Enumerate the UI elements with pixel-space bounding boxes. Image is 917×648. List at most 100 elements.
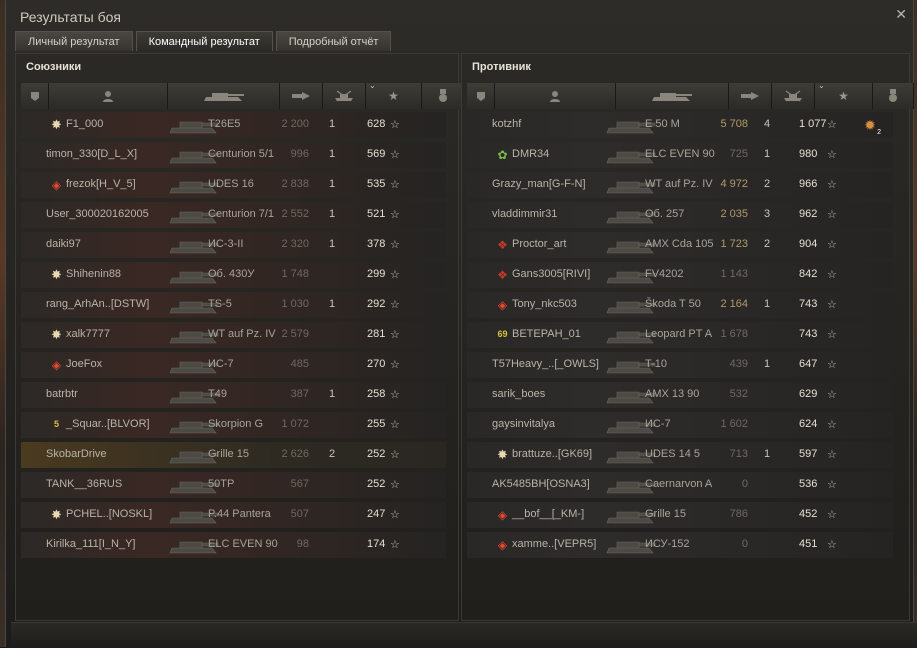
tab-detailed[interactable]: Подробный отчёт [275,31,392,51]
player-name[interactable]: xamme..[VEPR5] [512,538,596,550]
player-name[interactable]: sarik_boes [492,388,545,400]
player-row[interactable]: SkobarDrive Grille 15 2 626 2 252 ☆ [21,442,446,468]
player-row[interactable]: AK5485BH[OSNA3] Caernarvon A 0 536 ☆ [467,472,893,498]
player-row[interactable]: ◈ Tony_nkc503 Škoda T 50 2 164 1 743 ☆ [467,292,893,318]
xp-star-icon: ☆ [827,449,837,461]
xp-star-icon: ☆ [827,419,837,431]
player-name[interactable]: Kirilka_111[I_N_Y] [46,538,135,550]
xp-star-icon: ☆ [827,509,837,521]
player-row[interactable]: batrbtr T49 387 1 258 ☆ [21,382,446,408]
medal-column-header[interactable] [873,83,914,109]
player-row[interactable]: ◈ __bof__[_KM-] Grille 15 786 452 ☆ [467,502,893,528]
player-name[interactable]: gaysinvitalya [492,418,555,430]
damage-value: 2 200 [281,118,309,130]
kills-value: 4 [763,118,771,130]
kills-value: 1 [763,448,771,460]
player-name[interactable]: brattuze..[GK69] [512,448,592,460]
damage-column-header[interactable] [280,83,323,109]
damage-value: 0 [741,538,748,550]
player-name[interactable]: Gans3005[RIVI] [512,268,590,280]
player-row[interactable]: ❖ Gans3005[RIVI] FV4202 1 143 842 ☆ [467,262,893,288]
xp-star-icon: ☆ [827,329,837,341]
player-column-header[interactable] [49,83,168,109]
player-name[interactable]: DMR34 [512,148,549,160]
player-row[interactable]: ✿ DMR34 ELC EVEN 90 725 1 980 ☆ [467,142,893,168]
player-row[interactable]: rang_ArhAn..[DSTW] TS-5 1 030 1 292 ☆ [21,292,446,318]
player-row[interactable]: daiki97 ИС-3-II 2 320 1 378 ☆ [21,232,446,258]
damage-value: 4 972 [720,178,748,190]
vehicle-column-header[interactable] [616,83,729,109]
xp-column-header[interactable]: ⌄ ★ [366,81,422,109]
player-row[interactable]: T57Heavy_..[_OWLS] T-10 439 1 647 ☆ [467,352,893,378]
damage-value: 786 [729,508,748,520]
platoon-column-header[interactable] [21,83,49,109]
player-name[interactable]: AK5485BH[OSNA3] [492,478,590,490]
medal-icon[interactable]: ✹ 2 [859,114,881,137]
player-name[interactable]: timon_330[D_L_X] [46,148,137,160]
player-name[interactable]: kotzhf [492,118,521,130]
player-row[interactable]: 5 _Squar..[BLVOR] Skorpion G 1 072 255 ☆ [21,412,446,438]
player-row[interactable]: User_300020162005 Centurion 7/1 2 552 1 521 ☆ [21,202,446,228]
xp-star-icon: ☆ [827,179,837,191]
player-row[interactable]: ◈ frezok[H_V_5] UDES 16 2 838 1 535 ☆ [21,172,446,198]
kills-value: 1 [328,118,336,130]
player-name[interactable]: F1_000 [66,118,103,130]
platoon-column-header[interactable] [467,83,495,109]
player-column-header[interactable] [495,83,616,109]
player-name[interactable]: _Squar..[BLVOR] [66,418,150,430]
vehicle-name: T49 [208,388,227,400]
achievement-badge-icon: ◈ [497,507,508,522]
player-row[interactable]: kotzhf E 50 M 5 708 4 1 077 ☆ ✹ 2 [467,112,893,138]
kills-column-header[interactable] [772,83,815,109]
player-row[interactable]: Kirilka_111[I_N_Y] ELC EVEN 90 98 174 ☆ [21,532,446,558]
player-name[interactable]: Shihenin88 [66,268,121,280]
player-name[interactable]: __bof__[_KM-] [512,508,584,520]
player-name[interactable]: Proctor_art [512,238,566,250]
player-name[interactable]: T57Heavy_..[_OWLS] [492,358,599,370]
player-name[interactable]: frezok[H_V_5] [66,178,136,190]
player-row[interactable]: ✸ xalk7777 WT auf Pz. IV 2 579 281 ☆ [21,322,446,348]
player-row[interactable]: ✸ Shihenin88 Об. 430У 1 748 299 ☆ [21,262,446,288]
player-row[interactable]: gaysinvitalya ИС-7 1 602 624 ☆ [467,412,893,438]
player-name[interactable]: Tony_nkc503 [512,298,577,310]
vehicle-column-header[interactable] [168,83,280,109]
player-name[interactable]: PCHEL..[NOSKL] [66,508,152,520]
player-row[interactable]: timon_330[D_L_X] Centurion 5/1 996 1 569 ☆ [21,142,446,168]
player-name[interactable]: xalk7777 [66,328,110,340]
player-name[interactable]: vladdimmir31 [492,208,557,220]
player-row[interactable]: 69 BETEPAH_01 Leopard PT A 1 678 743 ☆ [467,322,893,348]
vehicle-name: TS-5 [208,298,232,310]
player-name[interactable]: SkobarDrive [46,448,107,460]
player-name[interactable]: daiki97 [46,238,81,250]
player-row[interactable]: ✸ F1_000 T26E5 2 200 1 628 ☆ [21,112,446,138]
player-name[interactable]: rang_ArhAn..[DSTW] [46,298,149,310]
tab-personal[interactable]: Личный результат [15,31,133,51]
tab-team[interactable]: Командный результат [135,31,273,51]
player-row[interactable]: TANK__36RUS 50TP 567 252 ☆ [21,472,446,498]
kills-value: 1 [328,298,336,310]
kills-value: 1 [328,388,336,400]
player-name[interactable]: batrbtr [46,388,78,400]
player-row[interactable]: Grazy_man[G-F-N] WT auf Pz. IV 4 972 2 966 ☆ [467,172,893,198]
close-icon[interactable]: ✕ [895,6,907,23]
player-name[interactable]: User_300020162005 [46,208,149,220]
player-name[interactable]: Grazy_man[G-F-N] [492,178,586,190]
medal-column-header[interactable] [422,83,465,109]
player-row[interactable]: ❖ Proctor_art AMX Cda 105 1 723 2 904 ☆ [467,232,893,258]
player-name[interactable]: TANK__36RUS [46,478,122,490]
xp-column-header[interactable]: ⌄ ★ [815,81,873,109]
sort-chevron-icon: ⌄ [369,81,376,90]
player-row[interactable]: ✸ PCHEL..[NOSKL] P.44 Pantera 507 247 ☆ [21,502,446,528]
player-row[interactable]: vladdimmir31 Об. 257 2 035 3 962 ☆ [467,202,893,228]
player-name[interactable]: BETEPAH_01 [512,328,581,340]
vehicle-name: UDES 16 [208,178,254,190]
player-row[interactable]: sarik_boes AMX 13 90 532 629 ☆ [467,382,893,408]
player-name[interactable]: JoeFox [66,358,102,370]
tank-icon [652,93,692,101]
damage-column-header[interactable] [729,83,772,109]
player-row[interactable]: ◈ JoeFox ИС-7 485 270 ☆ [21,352,446,378]
player-row[interactable]: ◈ xamme..[VEPR5] ИСУ-152 0 451 ☆ [467,532,893,558]
xp-star-icon: ☆ [390,149,400,161]
player-row[interactable]: ✸ brattuze..[GK69] UDES 14 5 713 1 597 ☆ [467,442,893,468]
kills-column-header[interactable] [323,83,366,109]
